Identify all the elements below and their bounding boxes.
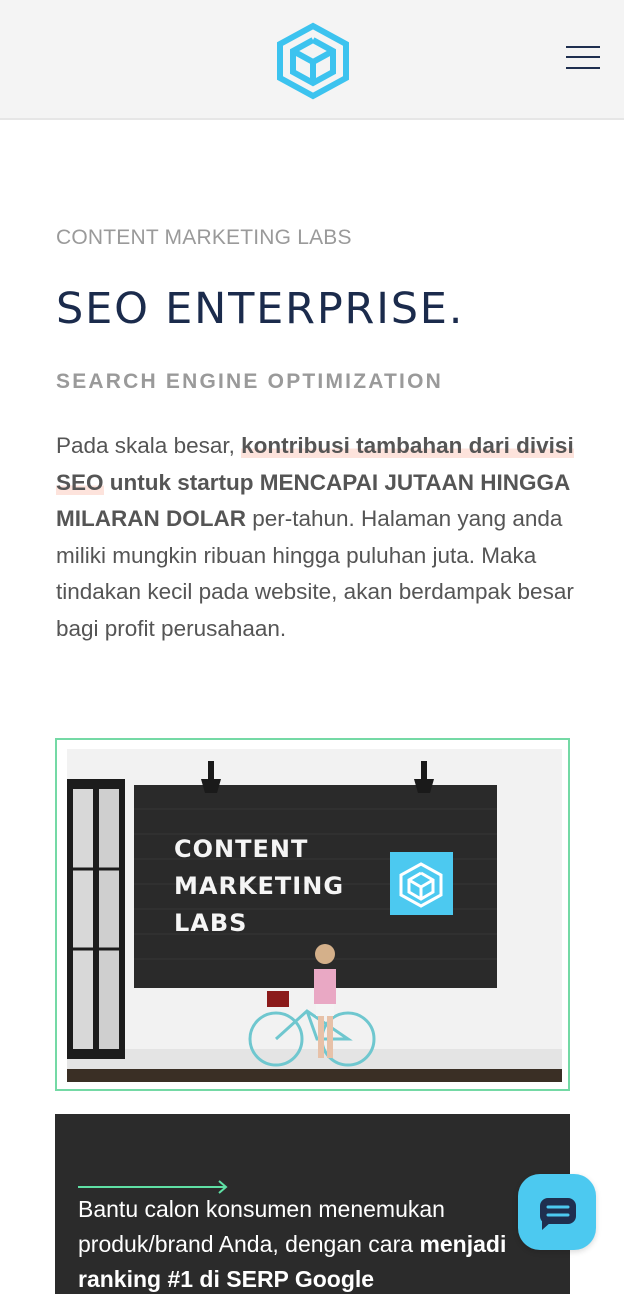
chat-widget-button[interactable] [518, 1174, 596, 1250]
sign-text-line3: LABS [174, 909, 248, 937]
site-header [0, 0, 624, 120]
page-title: SEO ENTERPRISE. [56, 284, 465, 334]
callout-text: Bantu calon konsumen menemukan produk/br… [78, 1192, 548, 1297]
hero-image-frame: CONTENT MARKETING LABS [55, 738, 570, 1091]
sign-text-line2: MARKETING [174, 872, 345, 900]
intro-paragraph: Pada skala besar, kontribusi tambahan da… [56, 428, 576, 647]
chat-bubble-icon [540, 1198, 576, 1230]
brick-wall-photo: CONTENT MARKETING LABS [67, 749, 562, 1082]
hamburger-menu-icon[interactable] [566, 44, 602, 72]
intro-text-part1: Pada skala besar, [56, 433, 242, 458]
callout-text-part1: Bantu calon konsumen menemukan produk/br… [78, 1196, 445, 1257]
section-eyebrow: CONTENT MARKETING LABS [56, 226, 352, 249]
sign-text: CONTENT MARKETING LABS [174, 831, 344, 942]
dark-callout-block: Bantu calon konsumen menemukan produk/br… [55, 1114, 570, 1294]
sign-text-line1: CONTENT [174, 835, 309, 863]
cml-cube-logo-icon[interactable] [276, 22, 350, 100]
section-subtitle: SEARCH ENGINE OPTIMIZATION [56, 370, 443, 393]
